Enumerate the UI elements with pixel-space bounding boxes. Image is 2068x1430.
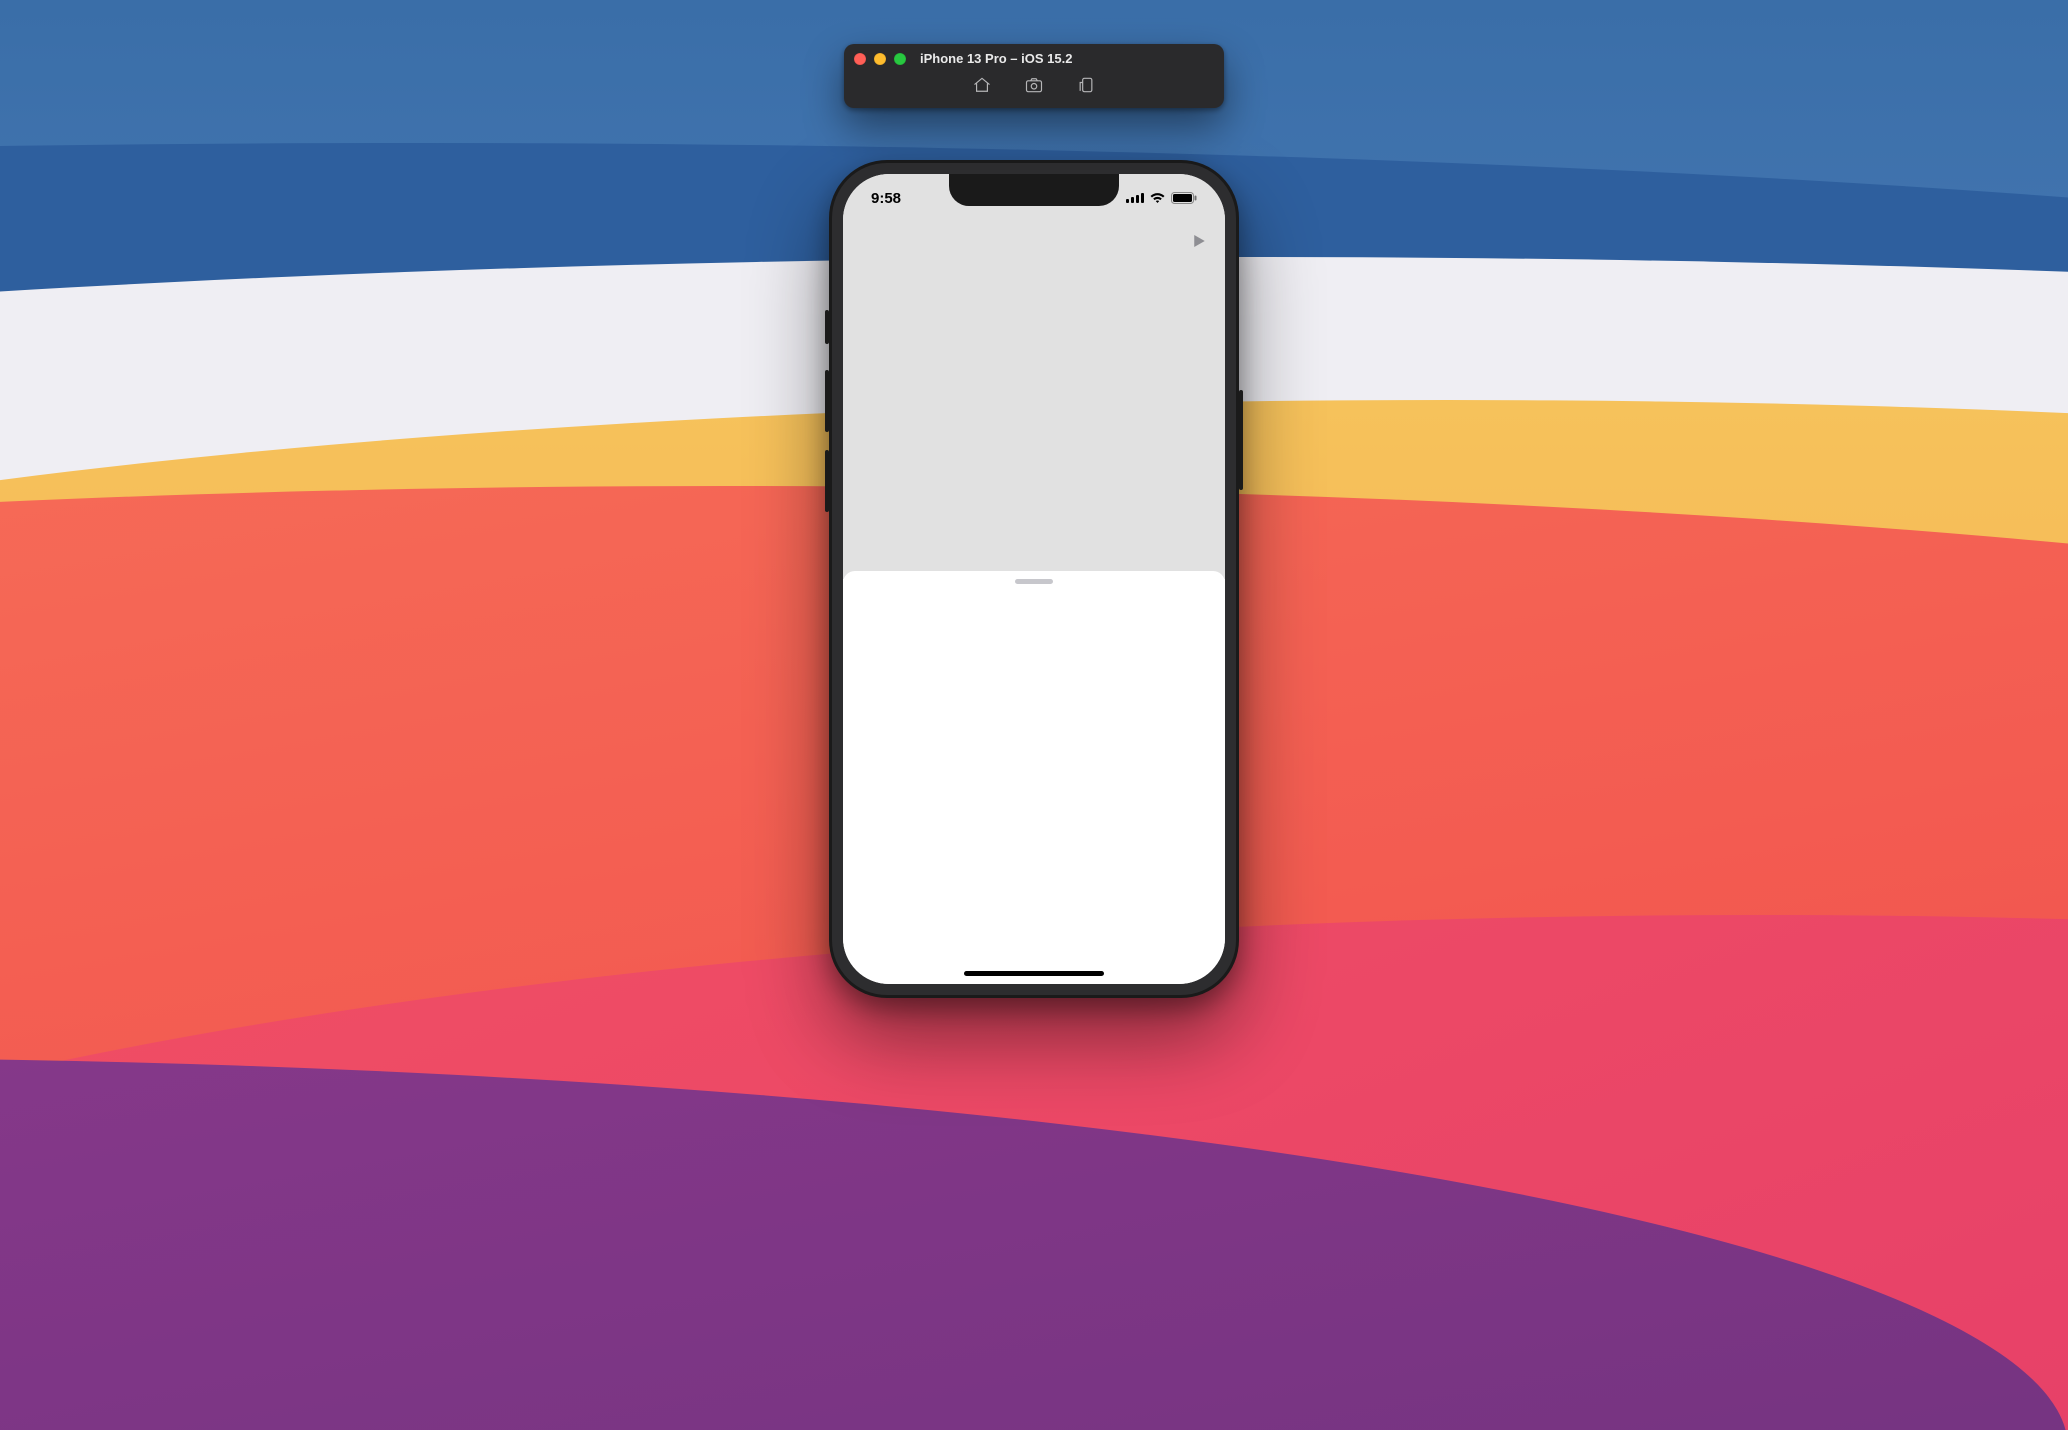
play-icon xyxy=(1189,237,1207,254)
volume-down-button[interactable] xyxy=(825,450,829,512)
wifi-icon xyxy=(1149,192,1166,204)
home-indicator[interactable] xyxy=(964,971,1104,976)
window-minimize-button[interactable] xyxy=(874,53,886,65)
status-right-cluster xyxy=(1126,192,1197,204)
silence-switch[interactable] xyxy=(825,310,829,344)
sheet-grabber[interactable] xyxy=(1015,579,1053,584)
rotate-icon xyxy=(1076,75,1096,100)
status-time: 9:58 xyxy=(871,190,901,207)
run-indicator[interactable] xyxy=(1189,232,1207,255)
home-icon xyxy=(972,75,992,100)
screenshot-icon xyxy=(1024,75,1044,100)
rotate-button[interactable] xyxy=(1075,76,1097,98)
screenshot-button[interactable] xyxy=(1023,76,1045,98)
side-power-button[interactable] xyxy=(1239,390,1243,490)
app-background xyxy=(843,174,1225,579)
window-title: iPhone 13 Pro – iOS 15.2 xyxy=(920,51,1072,66)
display-notch xyxy=(949,174,1119,206)
home-button[interactable] xyxy=(971,76,993,98)
volume-up-button[interactable] xyxy=(825,370,829,432)
window-close-button[interactable] xyxy=(854,53,866,65)
window-zoom-button[interactable] xyxy=(894,53,906,65)
bottom-sheet[interactable] xyxy=(843,571,1225,984)
iphone-device-frame: 9:58 xyxy=(829,160,1239,998)
iphone-screen: 9:58 xyxy=(843,174,1225,984)
simulator-toolbar xyxy=(844,70,1224,108)
cellular-signal-icon xyxy=(1126,193,1144,203)
window-titlebar[interactable]: iPhone 13 Pro – iOS 15.2 xyxy=(844,44,1224,70)
window-traffic-lights xyxy=(854,53,906,65)
battery-icon xyxy=(1171,192,1197,204)
simulator-titlebar-window: iPhone 13 Pro – iOS 15.2 xyxy=(844,44,1224,108)
